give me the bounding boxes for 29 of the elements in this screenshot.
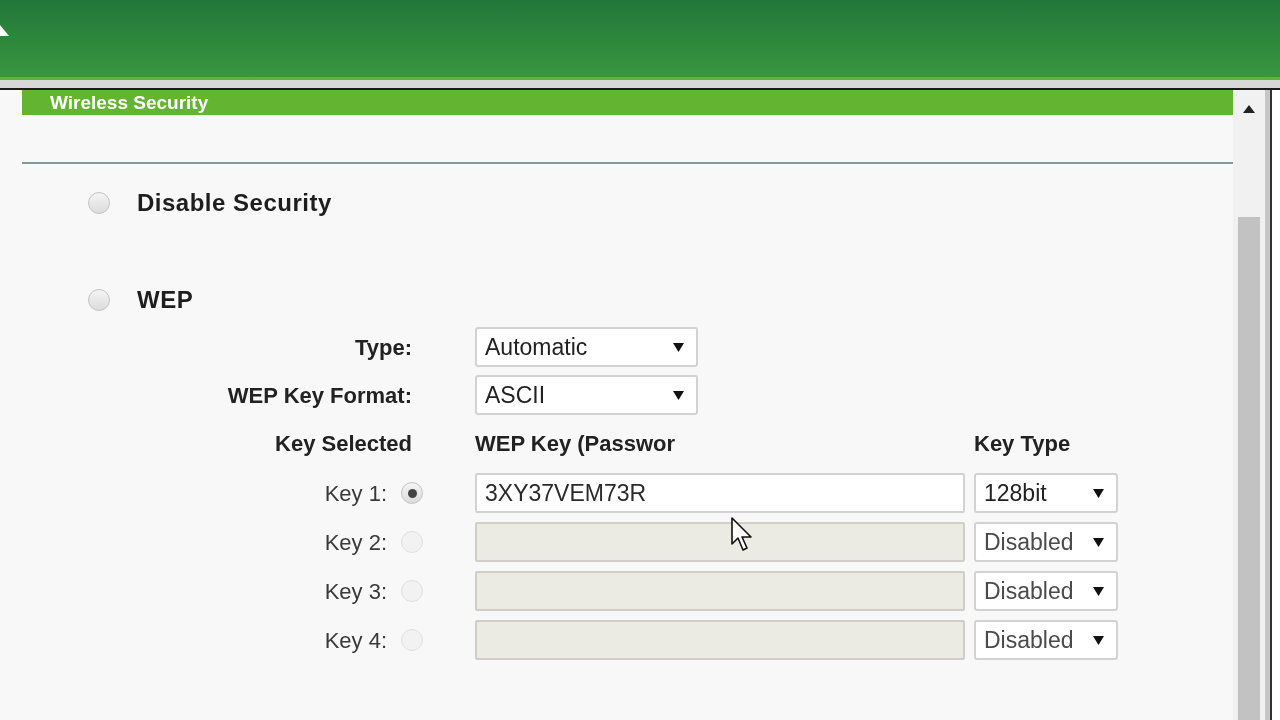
radio-button[interactable]	[88, 289, 110, 311]
key-type-select[interactable]: 128bit	[974, 473, 1118, 513]
key-label: Key 1:	[324, 479, 387, 508]
dropdown-select[interactable]: Automatic	[475, 327, 698, 367]
dropdown-arrow-icon	[1093, 585, 1104, 597]
dropdown-arrow-icon	[1093, 536, 1104, 548]
dropdown-select[interactable]: ASCII	[475, 375, 698, 415]
column-header: WEP Key (Passwor	[475, 429, 677, 458]
field-label: WEP Key Format:	[226, 381, 412, 410]
option-label: WEP	[137, 285, 194, 315]
option-label: Disable Security	[137, 188, 332, 218]
key-label: Key 4:	[324, 626, 387, 655]
dropdown-arrow-icon	[1093, 487, 1104, 499]
radio-button[interactable]	[401, 482, 423, 504]
section-title: Wireless Security	[50, 93, 209, 112]
key-label: Key 3:	[324, 577, 387, 606]
radio-button[interactable]	[88, 192, 110, 214]
scroll-up-arrow-icon[interactable]	[1243, 105, 1255, 113]
column-header: Key Selected	[274, 429, 412, 458]
dropdown-arrow-icon	[1093, 634, 1104, 646]
dropdown-arrow-icon	[673, 341, 684, 353]
cursor-arrow-icon	[731, 517, 753, 552]
column-header: Key Type	[974, 429, 1071, 458]
field-label: Type:	[353, 333, 412, 362]
dropdown-arrow-icon	[673, 389, 684, 401]
triangle-icon	[0, 25, 9, 36]
key-label: Key 2:	[324, 528, 387, 557]
password-field[interactable]: 3XY37VEM73R	[475, 473, 965, 513]
scrollbar-thumb[interactable]	[1238, 217, 1260, 720]
